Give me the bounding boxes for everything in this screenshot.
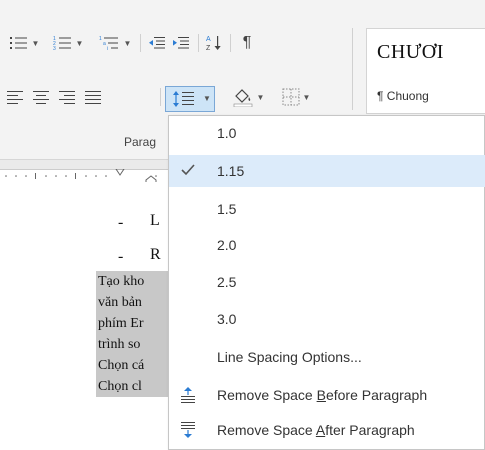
menu-item-label: 1.15 bbox=[217, 163, 245, 179]
styles-gallery[interactable]: CHƯƠI ¶ Chuong bbox=[366, 28, 485, 114]
svg-text:Z: Z bbox=[206, 45, 211, 52]
chevron-down-icon: ▼ bbox=[256, 92, 265, 102]
space-before-icon bbox=[181, 387, 195, 403]
line-spacing-option-2-0[interactable]: 2.0 bbox=[169, 229, 485, 261]
bullets-button[interactable]: ▼ bbox=[4, 32, 44, 54]
align-left-icon bbox=[7, 91, 23, 104]
show-hide-marks-button[interactable]: ¶ bbox=[236, 32, 258, 54]
selected-text-line[interactable]: phím Er bbox=[96, 313, 168, 334]
increase-indent-icon bbox=[173, 37, 189, 49]
space-after-icon bbox=[181, 422, 195, 438]
selected-text-line[interactable]: Chọn cl bbox=[96, 376, 168, 397]
toolbar-divider bbox=[230, 34, 231, 52]
line-spacing-menu: 1.0 1.15 1.5 2.0 2.5 3.0 Line Spacing Op… bbox=[168, 115, 485, 450]
paragraph-group-label: Parag bbox=[124, 135, 157, 149]
bullet-text: L bbox=[150, 212, 160, 229]
justify-icon bbox=[85, 91, 101, 104]
menu-item-label: 3.0 bbox=[217, 311, 237, 327]
paint-bucket-icon bbox=[233, 89, 252, 107]
selected-text-line[interactable]: Tạo kho bbox=[96, 271, 168, 292]
multilevel-list-icon: 1 a i bbox=[99, 36, 118, 51]
bullet-dash: - bbox=[118, 214, 124, 231]
chevron-down-icon: ▼ bbox=[203, 94, 211, 103]
ruler-scale[interactable] bbox=[0, 169, 170, 185]
justify-button[interactable] bbox=[82, 86, 104, 108]
line-spacing-option-3-0[interactable]: 3.0 bbox=[169, 303, 485, 335]
svg-text:1: 1 bbox=[99, 36, 102, 42]
first-line-indent-marker[interactable] bbox=[115, 169, 125, 177]
decrease-indent-icon bbox=[149, 37, 165, 49]
line-spacing-icon bbox=[173, 91, 194, 107]
line-spacing-button[interactable]: ▼ bbox=[165, 86, 215, 112]
bullet-list-icon bbox=[9, 37, 27, 49]
decrease-indent-button[interactable] bbox=[146, 32, 168, 54]
svg-text:a: a bbox=[103, 41, 106, 47]
normal-style-preview[interactable]: ¶ Chuong bbox=[377, 89, 429, 103]
menu-item-label: Remove Space After Paragraph bbox=[217, 422, 415, 438]
increase-indent-button[interactable] bbox=[170, 32, 192, 54]
toolbar-divider bbox=[160, 88, 161, 106]
chevron-down-icon: ▼ bbox=[75, 38, 84, 48]
line-spacing-option-1-5[interactable]: 1.5 bbox=[169, 193, 485, 225]
line-spacing-option-1-15[interactable]: 1.15 bbox=[169, 155, 485, 187]
menu-item-label: 2.5 bbox=[217, 274, 237, 290]
shading-button[interactable]: ▼ bbox=[228, 86, 268, 108]
checkmark-icon bbox=[181, 164, 195, 176]
bullet-dash: - bbox=[118, 248, 124, 265]
menu-item-label: Line Spacing Options... bbox=[217, 349, 362, 365]
menu-item-label: 1.0 bbox=[217, 125, 237, 141]
svg-text:i: i bbox=[107, 46, 108, 51]
selected-text-line[interactable]: trình so bbox=[96, 334, 168, 355]
svg-text:A: A bbox=[206, 36, 211, 43]
selected-text-line[interactable]: Chọn cá bbox=[96, 355, 168, 376]
line-spacing-options-item[interactable]: Line Spacing Options... bbox=[169, 341, 485, 373]
bullet-text: R bbox=[150, 246, 161, 263]
toolbar-divider bbox=[198, 34, 199, 52]
chevron-down-icon: ▼ bbox=[31, 38, 40, 48]
chevron-down-icon: ▼ bbox=[123, 38, 132, 48]
numbered-list-icon: 1 2 3 bbox=[53, 36, 71, 51]
sort-az-icon: A Z bbox=[206, 36, 221, 52]
pilcrow-icon: ¶ bbox=[242, 34, 252, 51]
line-spacing-option-1-0[interactable]: 1.0 bbox=[169, 117, 485, 149]
menu-item-label: Remove Space Before Paragraph bbox=[217, 387, 428, 403]
chevron-down-icon: ▼ bbox=[302, 92, 311, 102]
sort-button[interactable]: A Z bbox=[204, 32, 226, 54]
align-center-icon bbox=[33, 91, 49, 104]
align-left-button[interactable] bbox=[4, 86, 26, 108]
line-spacing-option-2-5[interactable]: 2.5 bbox=[169, 266, 485, 298]
borders-icon bbox=[282, 88, 300, 106]
align-right-button[interactable] bbox=[56, 86, 78, 108]
multilevel-list-button[interactable]: 1 a i ▼ bbox=[94, 32, 136, 54]
align-right-icon bbox=[59, 91, 75, 104]
selected-text-line[interactable]: văn bản bbox=[96, 292, 168, 313]
remove-space-before-item[interactable]: Remove Space Before Paragraph bbox=[169, 379, 485, 411]
menu-item-label: 1.5 bbox=[217, 201, 237, 217]
borders-button[interactable]: ▼ bbox=[276, 86, 316, 108]
menu-item-label: 2.0 bbox=[217, 237, 237, 253]
toolbar-divider bbox=[352, 28, 353, 110]
remove-space-after-item[interactable]: Remove Space After Paragraph bbox=[169, 414, 485, 446]
heading-style-preview[interactable]: CHƯƠI bbox=[377, 41, 444, 64]
numbering-button[interactable]: 1 2 3 ▼ bbox=[48, 32, 88, 54]
align-center-button[interactable] bbox=[30, 86, 52, 108]
svg-text:3: 3 bbox=[53, 46, 56, 51]
toolbar-divider bbox=[140, 34, 141, 52]
